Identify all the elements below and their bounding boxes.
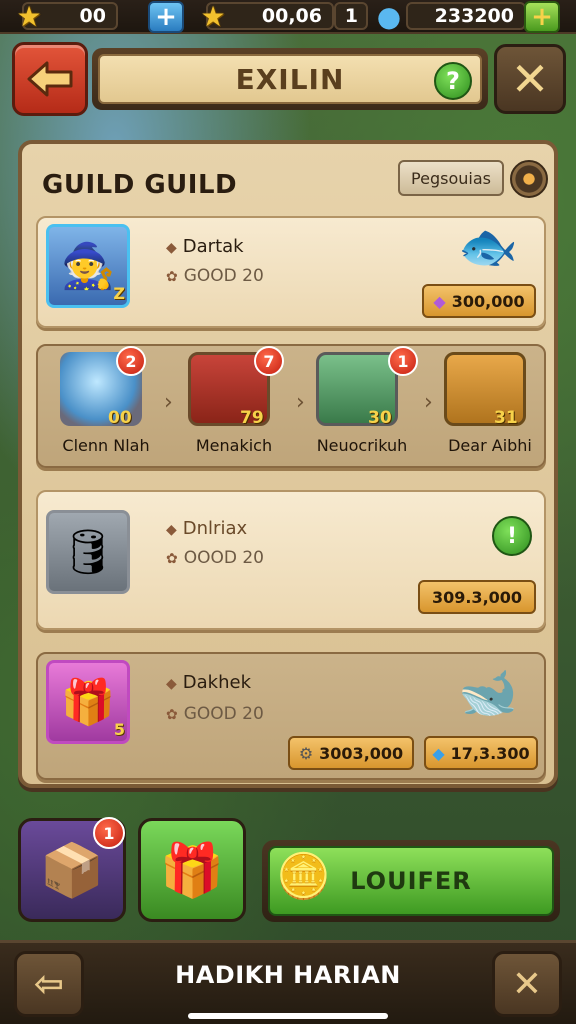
count-badge: 7 — [254, 346, 284, 376]
card-name: ◆ Dartak — [166, 236, 244, 257]
count-badge: 1 — [388, 346, 418, 376]
bullet-icon: ✿ — [166, 707, 178, 723]
card-subtitle: ✿ OOOD 20 — [166, 548, 265, 568]
item-count: 79 — [240, 408, 264, 428]
item-label: Menakich — [195, 436, 273, 455]
guild-card[interactable]: 🎁 5 ◆ Dakhek ✿ GOOD 20 🐋 ⚙ 3003,000 ◆ 17,3… — [36, 652, 546, 780]
item-slot[interactable]: 31 Dear Aibhi — [430, 346, 550, 466]
level-badge: 5 — [113, 720, 125, 739]
price-button[interactable]: 309.3,000 — [418, 580, 536, 614]
price-value: 309.3,000 — [431, 587, 523, 607]
info-icon: ! — [506, 523, 518, 549]
card-subtitle: ✿ GOOD 20 — [166, 704, 264, 724]
chest-icon: 🎁 — [60, 677, 116, 728]
bullet-icon: ✿ — [166, 269, 178, 285]
item-label: Dear Aibhi — [448, 436, 532, 455]
reward-chest-slot[interactable]: 🎁 — [138, 818, 246, 922]
gear-icon[interactable] — [510, 160, 548, 198]
creature-icon: 🐋 — [458, 665, 518, 721]
star-icon: ★ — [16, 0, 42, 33]
gem-icon: ◆ — [433, 291, 446, 311]
resource-stars-value: 00 — [79, 5, 106, 27]
bullet-icon: ◆ — [166, 522, 177, 538]
gem-icon: ◆ — [432, 743, 445, 763]
bullet-icon: ◆ — [166, 676, 177, 692]
coin-stack-icon: 🪙 — [276, 851, 332, 902]
louifer-label: LOUIFER — [350, 867, 472, 895]
level-badge: Z — [113, 284, 125, 303]
resource-coins-value: 233200 — [434, 5, 514, 27]
item-count: 30 — [368, 408, 392, 428]
filter-label: Pegsouias — [411, 168, 491, 188]
price-button[interactable]: ◆ 300,000 — [422, 284, 536, 318]
help-button[interactable]: ? — [434, 62, 472, 100]
info-button[interactable]: ! — [492, 516, 532, 556]
price-button[interactable]: ⚙ 3003,000 — [288, 736, 414, 770]
wrench-icon: ⚙ — [298, 743, 314, 763]
arrow-left-icon — [27, 61, 73, 97]
creature-icon: 🐟 — [458, 219, 518, 275]
card-name: ◆ Dakhek — [166, 672, 252, 693]
bullet-icon: ✿ — [166, 551, 178, 567]
barrel-icon: 🛢 — [60, 527, 116, 578]
reward-box-slot[interactable]: 📦 1 — [18, 817, 126, 922]
item-count: 31 — [494, 408, 518, 428]
title-plank: EXILIN ? — [92, 48, 488, 110]
back-button[interactable] — [12, 42, 88, 116]
guild-card[interactable]: 🧙 Z ◆ Dartak ✿ GOOD 20 🐟 ◆ 300,000 — [36, 216, 546, 328]
home-indicator — [188, 1013, 388, 1019]
gift-box-icon: 📦 — [39, 840, 105, 901]
panel-title: GUILD GUILD — [42, 170, 238, 200]
guild-card[interactable]: 🛢 ◆ Dnlriax ✿ OOOD 20 ! 309.3,000 — [36, 490, 546, 630]
card-name: ◆ Dnlriax — [166, 518, 248, 539]
gem-icon: ● — [376, 0, 402, 33]
resource-coins-pill: 233200 — [406, 2, 526, 30]
avatar: 🧙 Z — [46, 224, 130, 308]
add-stars-button[interactable]: + — [148, 1, 184, 33]
item-slot[interactable]: 7 79 Menakich — [174, 346, 294, 466]
item-label: Neuocrikuh — [316, 436, 408, 455]
avatar: 🛢 — [46, 510, 130, 594]
count-badge: 2 — [116, 346, 146, 376]
gift-box-icon: 🎁 — [159, 840, 225, 901]
louifer-button[interactable]: 🪙 LOUIFER — [262, 840, 560, 922]
star-icon: ★ — [200, 0, 226, 33]
close-button[interactable]: ✕ — [494, 44, 566, 114]
count-badge: 1 — [93, 817, 125, 849]
question-icon: ? — [446, 67, 460, 95]
bullet-icon: ◆ — [166, 240, 177, 256]
filter-button[interactable]: Pegsouias — [398, 160, 504, 196]
item-count: 00 — [108, 408, 132, 428]
bottom-close-button[interactable]: ✕ — [492, 951, 562, 1017]
bottom-bar: ⇦ HADIKH HARIAN ✕ — [0, 940, 576, 1024]
guild-panel: GUILD GUILD Pegsouias 🧙 Z ◆ Dartak ✿ GOOD … — [18, 140, 558, 788]
bottom-title: HADIKH HARIAN — [175, 961, 401, 989]
resource-bar: 00 ★ + 00,06 ★ 1 ● 233200 + — [0, 0, 576, 34]
item-label: Clenn Nlah — [62, 436, 150, 455]
add-coins-button[interactable]: + — [524, 1, 560, 33]
card-subtitle: ✿ GOOD 20 — [166, 266, 264, 286]
avatar: 🎁 5 — [46, 660, 130, 744]
item-slot[interactable]: 1 30 Neuocrikuh — [302, 346, 422, 466]
resource-gold-value: 00,06 — [261, 5, 322, 27]
close-icon: ✕ — [511, 963, 543, 1005]
price-value: 17,3.300 — [450, 743, 530, 763]
price-value: 300,000 — [451, 291, 525, 311]
resource-level-pill: 1 — [334, 2, 368, 30]
resource-level-value: 1 — [344, 5, 358, 27]
items-row: 2 00 Clenn Nlah › 7 79 Menakich › 1 30 N… — [36, 344, 546, 468]
price-button[interactable]: ◆ 17,3.300 — [424, 736, 538, 770]
item-slot[interactable]: 2 00 Clenn Nlah — [46, 346, 166, 466]
chevron-right-icon: › — [164, 390, 173, 415]
warrior-icon: 🧙 — [60, 241, 116, 292]
close-icon: ✕ — [510, 52, 550, 106]
price-value: 3003,000 — [319, 743, 404, 763]
page-title: EXILIN — [235, 62, 345, 96]
